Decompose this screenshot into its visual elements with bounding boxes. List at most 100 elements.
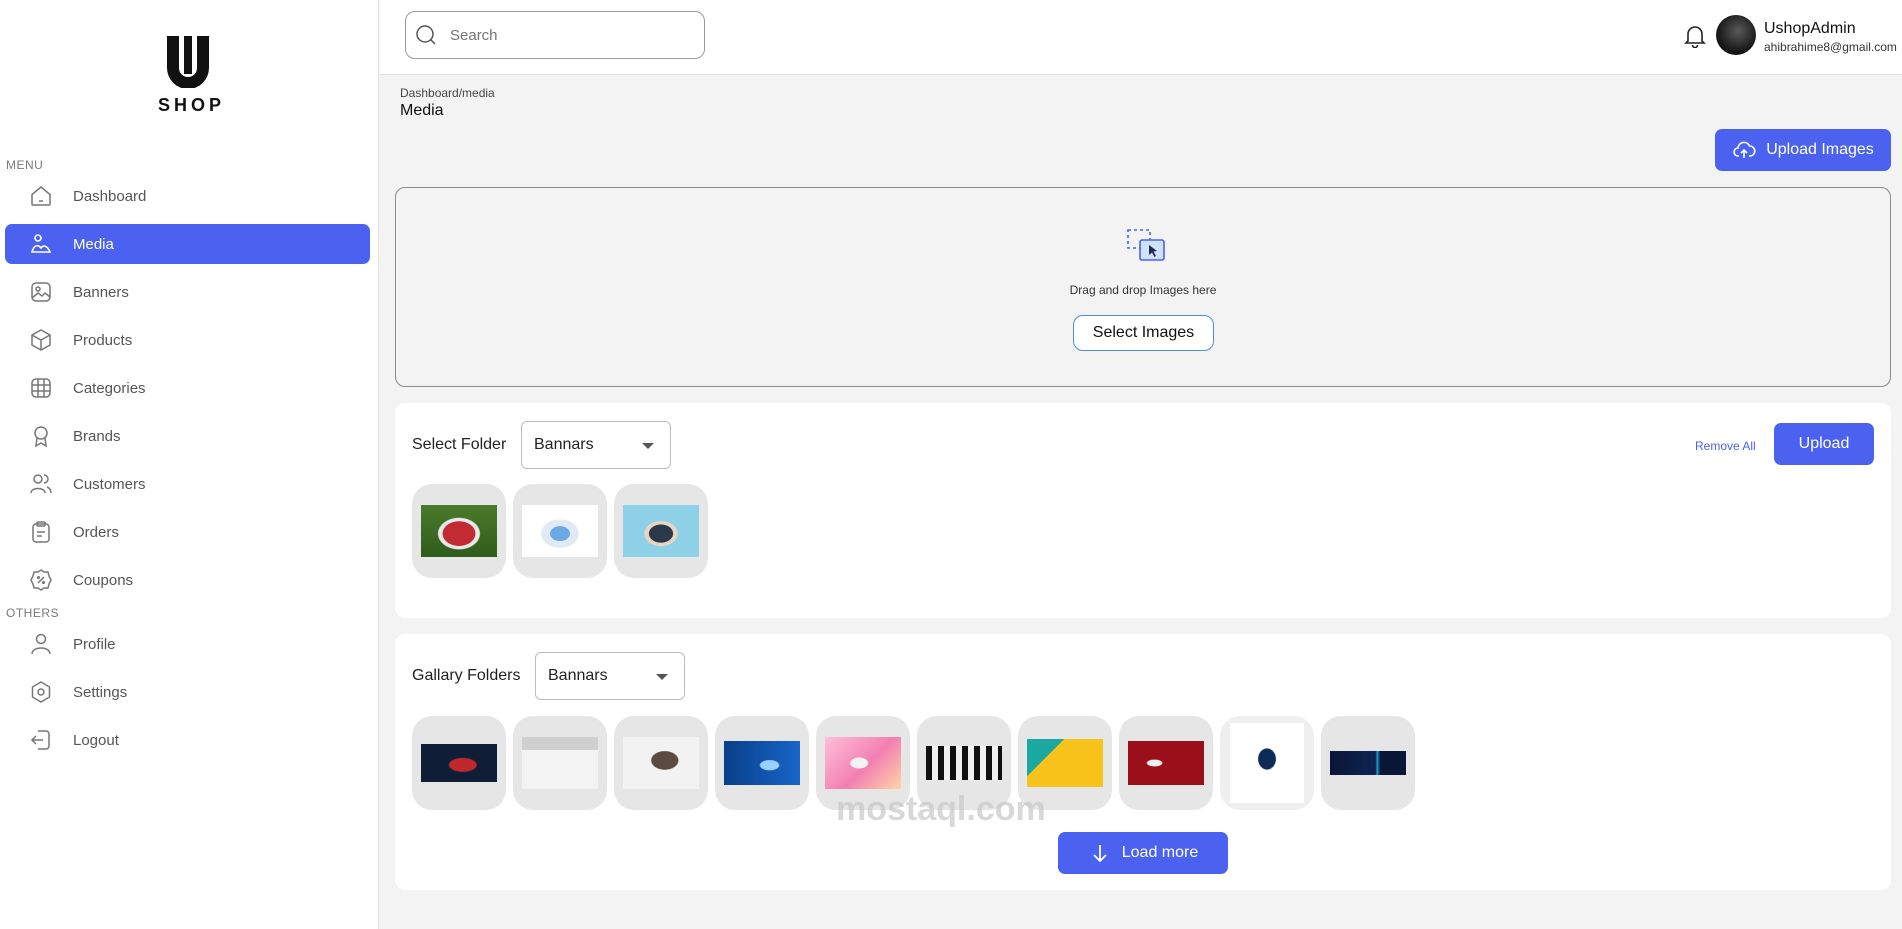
gallery-image xyxy=(1230,723,1304,803)
gallery-image-thumb[interactable] xyxy=(1119,716,1213,810)
gallery-image-thumb[interactable] xyxy=(1321,716,1415,810)
user-icon xyxy=(31,633,51,655)
gallery-image xyxy=(522,737,598,789)
home-icon xyxy=(31,186,51,206)
load-more-button[interactable]: Load more xyxy=(1058,832,1228,874)
gallery-image-thumb[interactable] xyxy=(917,716,1011,810)
gallery-image xyxy=(724,741,800,785)
gallery-section: Gallary Folders Bannars Load more xyxy=(395,634,1891,890)
sidebar-item-label: Categories xyxy=(73,379,146,397)
users-icon xyxy=(30,474,52,494)
red-sneakers-image xyxy=(421,505,497,557)
gallery-image xyxy=(825,737,901,789)
gallery-image xyxy=(623,737,699,789)
user-name: UshopAdmin xyxy=(1764,20,1856,37)
sidebar-item-label: Customers xyxy=(73,475,146,493)
clipboard-icon xyxy=(32,521,50,543)
sidebar-item-label: Profile xyxy=(73,635,116,653)
white-blue-sneaker-image xyxy=(522,505,598,557)
selected-image-thumb[interactable] xyxy=(513,484,607,578)
dark-sneaker-image xyxy=(623,505,699,557)
box-icon xyxy=(31,329,51,351)
sidebar-item-banners[interactable]: Banners xyxy=(5,272,370,312)
sidebar-item-customers[interactable]: Customers xyxy=(5,464,370,504)
folder-select-value: Bannars xyxy=(534,436,594,453)
sidebar-item-label: Banners xyxy=(73,283,129,301)
logo-mark-icon xyxy=(167,36,209,89)
logout-icon xyxy=(30,730,50,750)
gallery-image xyxy=(926,746,1002,780)
search-icon xyxy=(416,25,436,45)
settings-icon xyxy=(31,681,51,703)
caret-down-icon xyxy=(642,443,654,449)
top-bar: UshopAdmin ahibrahime8@gmail.com xyxy=(380,0,1902,75)
selected-image-thumb[interactable] xyxy=(412,484,506,578)
drop-zone[interactable]: Drag and drop Images here Select Images xyxy=(395,187,1891,387)
caret-down-icon xyxy=(656,674,668,680)
gallery-folders-label: Gallary Folders xyxy=(412,667,521,684)
remove-all-link[interactable]: Remove All xyxy=(1695,439,1756,453)
gallery-image-thumb[interactable] xyxy=(1220,716,1314,810)
sidebar-item-media[interactable]: Media xyxy=(5,224,370,264)
select-images-button[interactable]: Select Images xyxy=(1073,315,1214,351)
sidebar-item-label: Products xyxy=(73,331,133,349)
brand-logo[interactable]: SHOP xyxy=(158,36,226,116)
user-email: ahibrahime8@gmail.com xyxy=(1764,40,1897,54)
upload-section: Select Folder Bannars Remove All Upload xyxy=(395,403,1891,618)
gallery-image-thumb[interactable] xyxy=(513,716,607,810)
gallery-image xyxy=(1027,739,1103,787)
sidebar-item-categories[interactable]: Categories xyxy=(5,368,370,408)
sidebar-item-dashboard[interactable]: Dashboard xyxy=(5,176,370,216)
search-input[interactable] xyxy=(450,26,690,44)
folder-select[interactable]: Bannars xyxy=(521,421,671,469)
sidebar: SHOP MENU Dashboard Media Banners Produc… xyxy=(0,0,379,929)
upload-button[interactable]: Upload xyxy=(1774,423,1874,465)
selected-image-thumb[interactable] xyxy=(614,484,708,578)
others-heading: OTHERS xyxy=(6,606,60,620)
gallery-image xyxy=(1128,741,1204,785)
avatar[interactable] xyxy=(1716,15,1756,55)
load-more-label: Load more xyxy=(1121,844,1199,861)
grid-icon xyxy=(31,378,51,398)
sidebar-item-label: Logout xyxy=(73,731,119,749)
gallery-image-thumb[interactable] xyxy=(715,716,809,810)
gallery-image-thumb[interactable] xyxy=(412,716,506,810)
menu-heading: MENU xyxy=(6,158,44,172)
search-box[interactable] xyxy=(405,11,705,59)
gallery-image xyxy=(421,744,497,782)
image-icon xyxy=(31,282,51,302)
gallery-image xyxy=(1330,751,1406,775)
brand-name: SHOP xyxy=(158,95,226,115)
sidebar-item-profile[interactable]: Profile xyxy=(5,624,370,664)
sidebar-item-label: Brands xyxy=(73,427,121,445)
coupon-icon xyxy=(30,569,52,591)
sidebar-item-brands[interactable]: Brands xyxy=(5,416,370,456)
upload-images-label: Upload Images xyxy=(1766,141,1874,158)
sidebar-item-settings[interactable]: Settings xyxy=(5,672,370,712)
sidebar-item-coupons[interactable]: Coupons xyxy=(5,560,370,600)
gallery-image-thumb[interactable] xyxy=(614,716,708,810)
gallery-folder-select-value: Bannars xyxy=(548,667,608,684)
drop-zone-text: Drag and drop Images here xyxy=(1069,283,1217,297)
sidebar-item-label: Dashboard xyxy=(73,187,147,205)
upload-images-button[interactable]: Upload Images xyxy=(1715,129,1891,171)
sidebar-item-label: Coupons xyxy=(73,571,134,589)
arrow-down-icon xyxy=(1093,845,1107,863)
sidebar-item-label: Media xyxy=(73,235,114,253)
sidebar-item-logout[interactable]: Logout xyxy=(5,720,370,760)
select-folder-label: Select Folder xyxy=(412,436,507,453)
sidebar-item-label: Settings xyxy=(73,683,128,701)
cloud-upload-icon xyxy=(1733,141,1756,158)
gallery-image-thumb[interactable] xyxy=(816,716,910,810)
gallery-folder-select[interactable]: Bannars xyxy=(535,652,685,700)
sidebar-item-products[interactable]: Products xyxy=(5,320,370,360)
gallery-image-thumb[interactable] xyxy=(1018,716,1112,810)
media-icon xyxy=(30,234,52,253)
breadcrumb[interactable]: Dashboard/media xyxy=(400,86,495,100)
page-title: Media xyxy=(400,102,444,119)
bell-icon[interactable] xyxy=(1684,24,1706,48)
drag-drop-icon xyxy=(1127,229,1165,261)
sidebar-item-label: Orders xyxy=(73,523,119,541)
sidebar-item-orders[interactable]: Orders xyxy=(5,512,370,552)
badge-icon xyxy=(34,426,48,448)
